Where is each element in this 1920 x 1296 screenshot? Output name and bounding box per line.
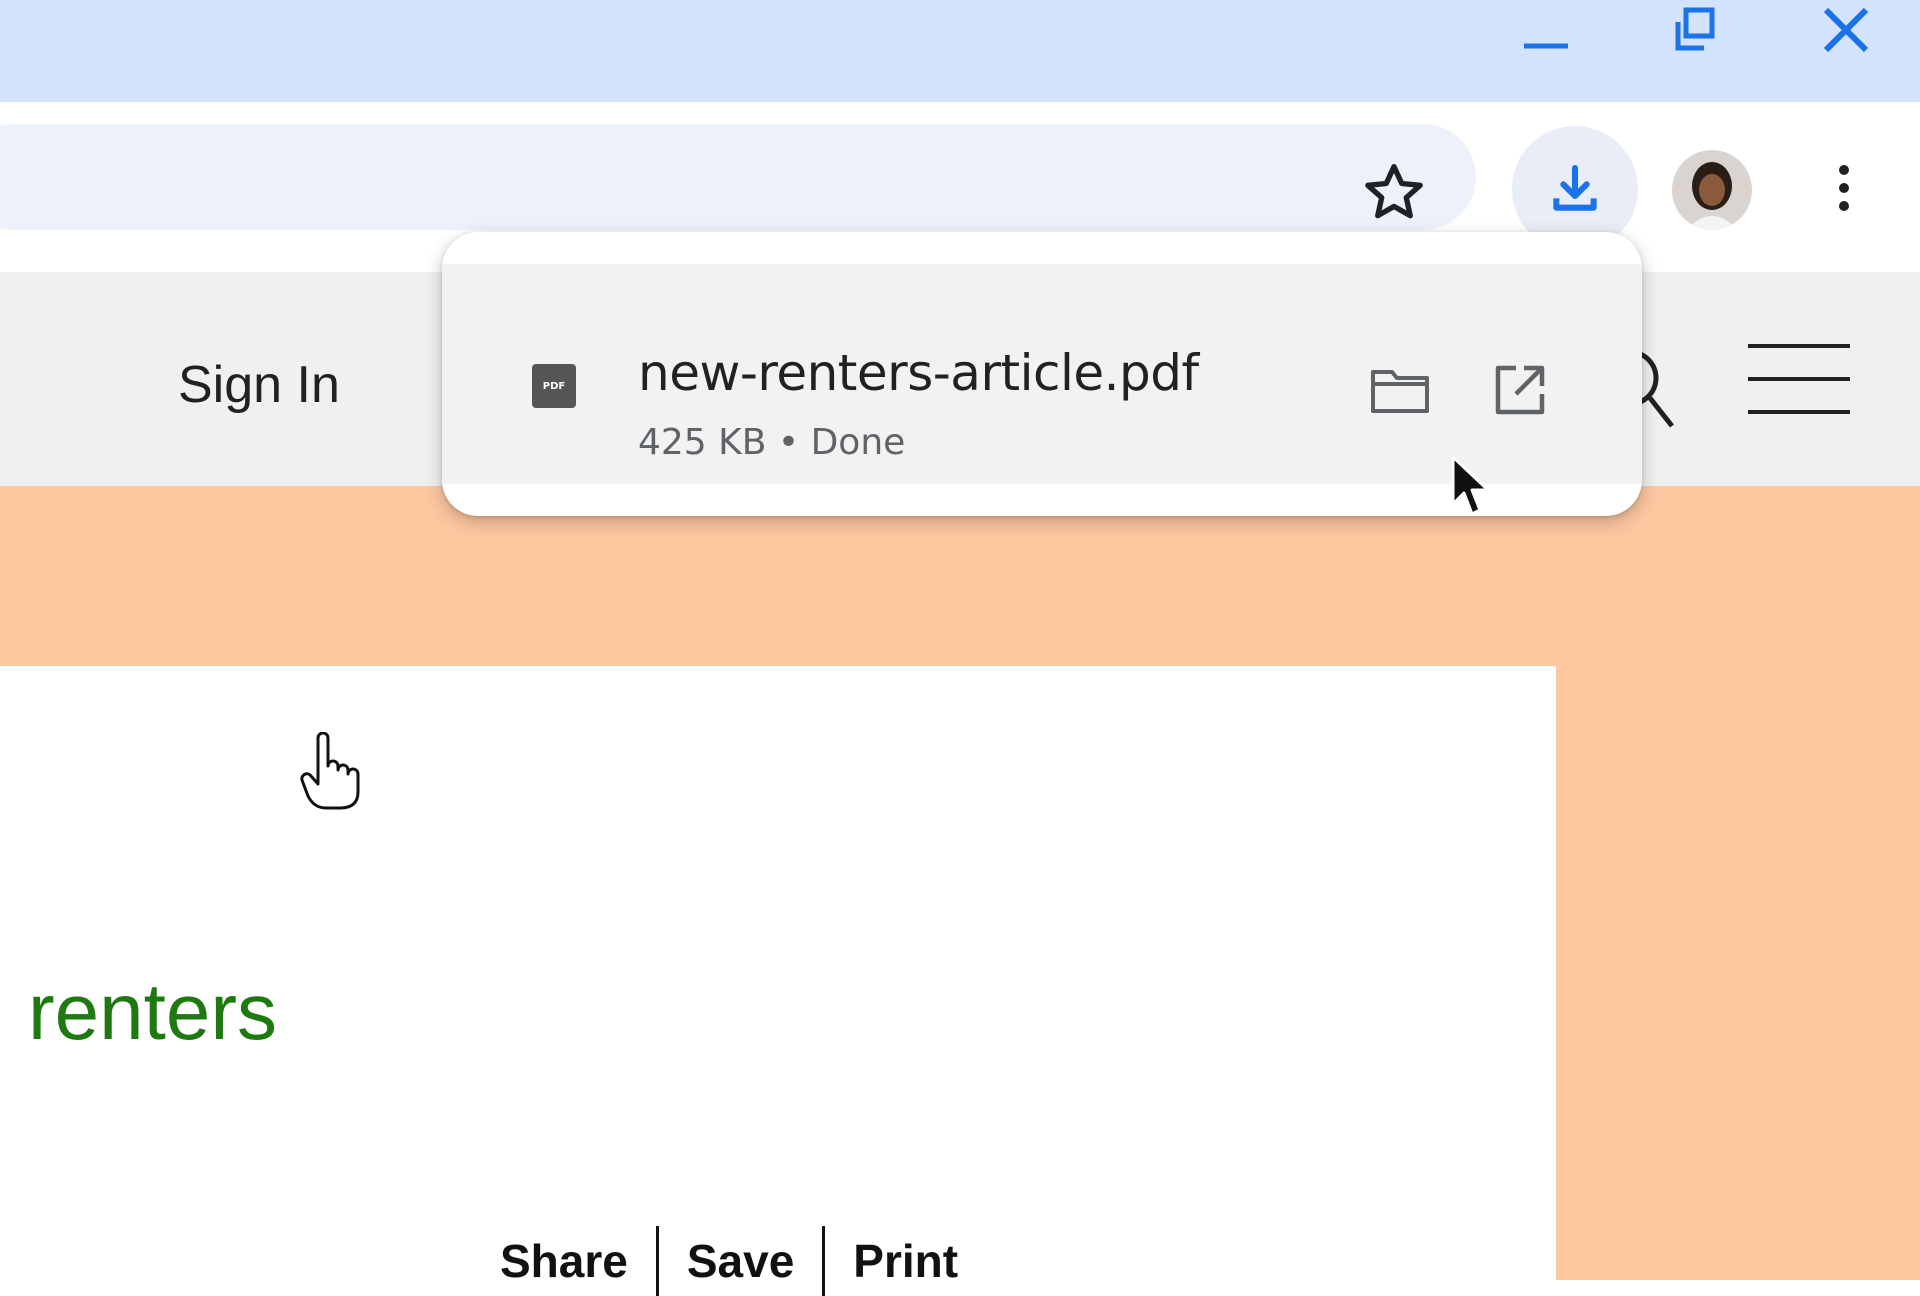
more-vert-icon [1839, 165, 1849, 211]
pdf-file-icon: PDF [532, 364, 576, 408]
browser-menu-button[interactable] [1816, 156, 1872, 220]
profile-photo-icon [1672, 150, 1752, 230]
article-actions: Share Save Print [500, 1226, 958, 1296]
minimize-button[interactable] [1486, 0, 1606, 60]
site-menu-button[interactable] [1746, 340, 1852, 418]
hand-cursor-icon [300, 731, 360, 817]
restore-button[interactable] [1636, 0, 1756, 60]
hamburger-icon [1748, 344, 1850, 414]
avatar[interactable] [1672, 150, 1752, 230]
article-heading: renters [28, 967, 277, 1056]
restore-icon [1675, 7, 1715, 51]
address-bar[interactable] [0, 124, 1476, 230]
open-file-button[interactable] [1488, 358, 1552, 422]
show-in-folder-button[interactable] [1368, 358, 1432, 422]
window-titlebar [0, 0, 1920, 102]
folder-icon [1371, 370, 1429, 413]
close-icon [1823, 7, 1869, 53]
download-status: 425 KB • Done [638, 422, 906, 463]
star-icon [1365, 164, 1423, 219]
mouse-pointer-icon [1450, 454, 1492, 525]
download-icon [1553, 164, 1597, 211]
minimize-icon [1524, 43, 1568, 49]
close-window-button[interactable] [1786, 0, 1906, 60]
file-type-label: PDF [542, 380, 566, 392]
download-filename: new-renters-article.pdf [638, 344, 1199, 402]
sign-in-link[interactable]: Sign In [178, 355, 340, 415]
divider [822, 1226, 826, 1296]
download-item[interactable]: PDF new-renters-article.pdf 425 KB • Don… [442, 264, 1642, 484]
bookmark-button[interactable] [1362, 160, 1426, 224]
divider [655, 1226, 659, 1296]
open-external-icon [1495, 365, 1545, 415]
